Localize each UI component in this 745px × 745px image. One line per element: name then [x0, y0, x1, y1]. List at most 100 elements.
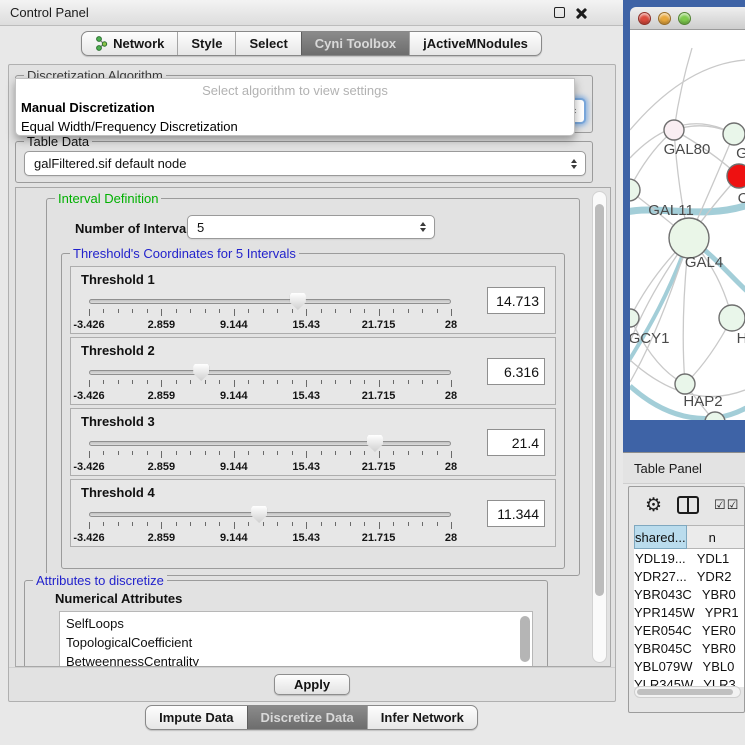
- tab-style[interactable]: Style: [177, 32, 235, 55]
- network-node[interactable]: [727, 164, 745, 188]
- dropdown-option-equal-width-frequency[interactable]: Equal Width/Frequency Discretization: [16, 117, 574, 136]
- column-header-name[interactable]: n: [687, 525, 745, 549]
- interval-definition-title: Interval Definition: [55, 191, 161, 206]
- zoom-traffic-light-button[interactable]: [678, 12, 691, 25]
- table-cell: YER054C: [634, 623, 692, 638]
- close-icon[interactable]: [575, 7, 587, 19]
- slider-track[interactable]: [89, 441, 451, 446]
- numerical-attributes-list[interactable]: SelfLoopsTopologicalCoefficientBetweenne…: [59, 611, 533, 667]
- settings-scrollbar[interactable]: [592, 191, 607, 663]
- float-window-icon[interactable]: [554, 7, 565, 18]
- network-icon: [95, 36, 108, 51]
- table-panel: ⚙ ☑☑ shared... n YDL19...YDL1YDR27...YDR…: [628, 486, 745, 713]
- split-columns-icon[interactable]: [677, 496, 699, 514]
- table-row[interactable]: YBR045CYBR0: [634, 639, 745, 657]
- network-window-titlebar[interactable]: [630, 7, 745, 30]
- algorithm-dropdown-popup: Select algorithm to view settings Manual…: [15, 78, 575, 136]
- table-data-title: Table Data: [24, 134, 92, 149]
- node-label: HAP2: [683, 393, 722, 410]
- table-row[interactable]: YBR043CYBR0: [634, 585, 745, 603]
- network-node[interactable]: [719, 305, 745, 331]
- threshold-slider[interactable]: -3.4262.8599.14415.4321.71528: [89, 433, 451, 475]
- threshold-slider[interactable]: -3.4262.8599.14415.4321.71528: [89, 504, 451, 546]
- network-node[interactable]: [664, 120, 684, 140]
- threshold-coordinates-group: Threshold's Coordinates for 5 Intervals …: [61, 253, 565, 569]
- apply-bar: Apply: [9, 667, 615, 702]
- slider-thumb[interactable]: [193, 364, 209, 381]
- table-cell: YPR145W: [634, 605, 695, 620]
- attribute-item[interactable]: BetweennessCentrality: [60, 652, 532, 667]
- threshold-label: Threshold 1: [81, 272, 155, 287]
- attributes-scrollbar[interactable]: [520, 616, 530, 662]
- settings-panel: Discretization Algorithm Select algorith…: [8, 64, 616, 702]
- node-label: GCY1: [630, 330, 669, 347]
- tab-jactivemnodules[interactable]: jActiveMNodules: [409, 32, 541, 55]
- network-node[interactable]: [723, 123, 745, 145]
- threshold-value-field[interactable]: [487, 287, 545, 314]
- gear-icon[interactable]: ⚙: [645, 496, 662, 515]
- table-cell: YBL0: [693, 659, 745, 674]
- table-horizontal-scrollbar[interactable]: [634, 686, 741, 698]
- interval-definition-group: Interval Definition Number of Intervals …: [46, 198, 580, 576]
- table-data-value: galFiltered.sif default node: [34, 156, 186, 171]
- minimize-traffic-light-button[interactable]: [658, 12, 671, 25]
- close-traffic-light-button[interactable]: [638, 12, 651, 25]
- control-panel-title: Control Panel: [10, 5, 89, 20]
- table-data-group: Table Data galFiltered.sif default node: [15, 141, 593, 183]
- slider-thumb[interactable]: [251, 506, 267, 523]
- table-header: shared... n: [634, 525, 745, 549]
- tab-infer-network[interactable]: Infer Network: [367, 706, 477, 729]
- table-row[interactable]: YER054CYER0: [634, 621, 745, 639]
- network-node[interactable]: [669, 218, 709, 258]
- table-row[interactable]: YBL079WYBL0: [634, 657, 745, 675]
- attribute-item[interactable]: TopologicalCoefficient: [60, 633, 532, 652]
- slider-track[interactable]: [89, 512, 451, 517]
- slider-ticks: [89, 522, 451, 530]
- threshold-slider[interactable]: -3.4262.8599.14415.4321.71528: [89, 362, 451, 404]
- table-cell: YDL19...: [634, 551, 687, 566]
- slider-track[interactable]: [89, 370, 451, 375]
- table-cell: YPR1: [695, 605, 745, 620]
- table-row[interactable]: YDL19...YDL1: [634, 549, 745, 567]
- threshold-slider[interactable]: -3.4262.8599.14415.4321.71528: [89, 291, 451, 333]
- network-view[interactable]: GAL80GACGAL11GAL4GCY1HHAP2: [630, 30, 745, 420]
- control-panel: Control Panel Network Style Se: [0, 0, 623, 745]
- slider-thumb[interactable]: [367, 435, 383, 452]
- node-table[interactable]: shared... n YDL19...YDL1YDR27...YDR2YBR0…: [634, 525, 745, 687]
- scrollbar-thumb[interactable]: [595, 204, 604, 596]
- apply-button[interactable]: Apply: [274, 674, 350, 695]
- table-panel-title: Table Panel: [634, 461, 702, 476]
- tab-select[interactable]: Select: [235, 32, 300, 55]
- table-row[interactable]: YDR27...YDR2: [634, 567, 745, 585]
- attribute-item[interactable]: SelfLoops: [60, 614, 532, 633]
- tab-discretize-data[interactable]: Discretize Data: [247, 706, 367, 729]
- threshold-value-field[interactable]: [487, 429, 545, 456]
- tab-impute-data[interactable]: Impute Data: [146, 706, 246, 729]
- column-header-shared-name[interactable]: shared...: [634, 525, 687, 549]
- screen: Control Panel Network Style Se: [0, 0, 745, 745]
- select-columns-icon[interactable]: ☑☑: [714, 497, 739, 513]
- slider-thumb[interactable]: [290, 293, 306, 310]
- threshold-value-field[interactable]: [487, 358, 545, 385]
- network-graph: GAL80GACGAL11GAL4GCY1HHAP2: [630, 30, 745, 420]
- table-data-combobox[interactable]: galFiltered.sif default node: [24, 151, 586, 176]
- dropdown-option-manual-discretization[interactable]: Manual Discretization: [16, 98, 574, 117]
- table-cell: YER0: [692, 623, 745, 638]
- tab-network[interactable]: Network: [82, 32, 177, 55]
- attributes-group: Attributes to discretize Numerical Attri…: [24, 580, 548, 667]
- top-tab-bar: Network Style Select Cyni Toolbox jActiv…: [0, 31, 623, 56]
- threshold-value-field[interactable]: [487, 500, 545, 527]
- slider-tick-labels: -3.4262.8599.14415.4321.71528: [89, 532, 451, 544]
- table-toolbar: ⚙ ☑☑: [629, 487, 744, 523]
- threshold-panel: Threshold 3 -3.4262.8599.14415.4321.7152…: [70, 408, 556, 476]
- table-rows: YDL19...YDL1YDR27...YDR2YBR043CYBR0YPR14…: [634, 549, 745, 687]
- table-cell: YBR0: [692, 587, 745, 602]
- scrollbar-thumb[interactable]: [637, 689, 733, 695]
- tab-cyni-toolbox[interactable]: Cyni Toolbox: [301, 32, 409, 55]
- number-of-intervals-combobox[interactable]: 5: [187, 215, 435, 239]
- table-row[interactable]: YPR145WYPR1: [634, 603, 745, 621]
- network-node[interactable]: [675, 374, 695, 394]
- threshold-panel: Threshold 2 -3.4262.8599.14415.4321.7152…: [70, 337, 556, 405]
- table-panel-titlebar: Table Panel: [623, 452, 745, 484]
- slider-track[interactable]: [89, 299, 451, 304]
